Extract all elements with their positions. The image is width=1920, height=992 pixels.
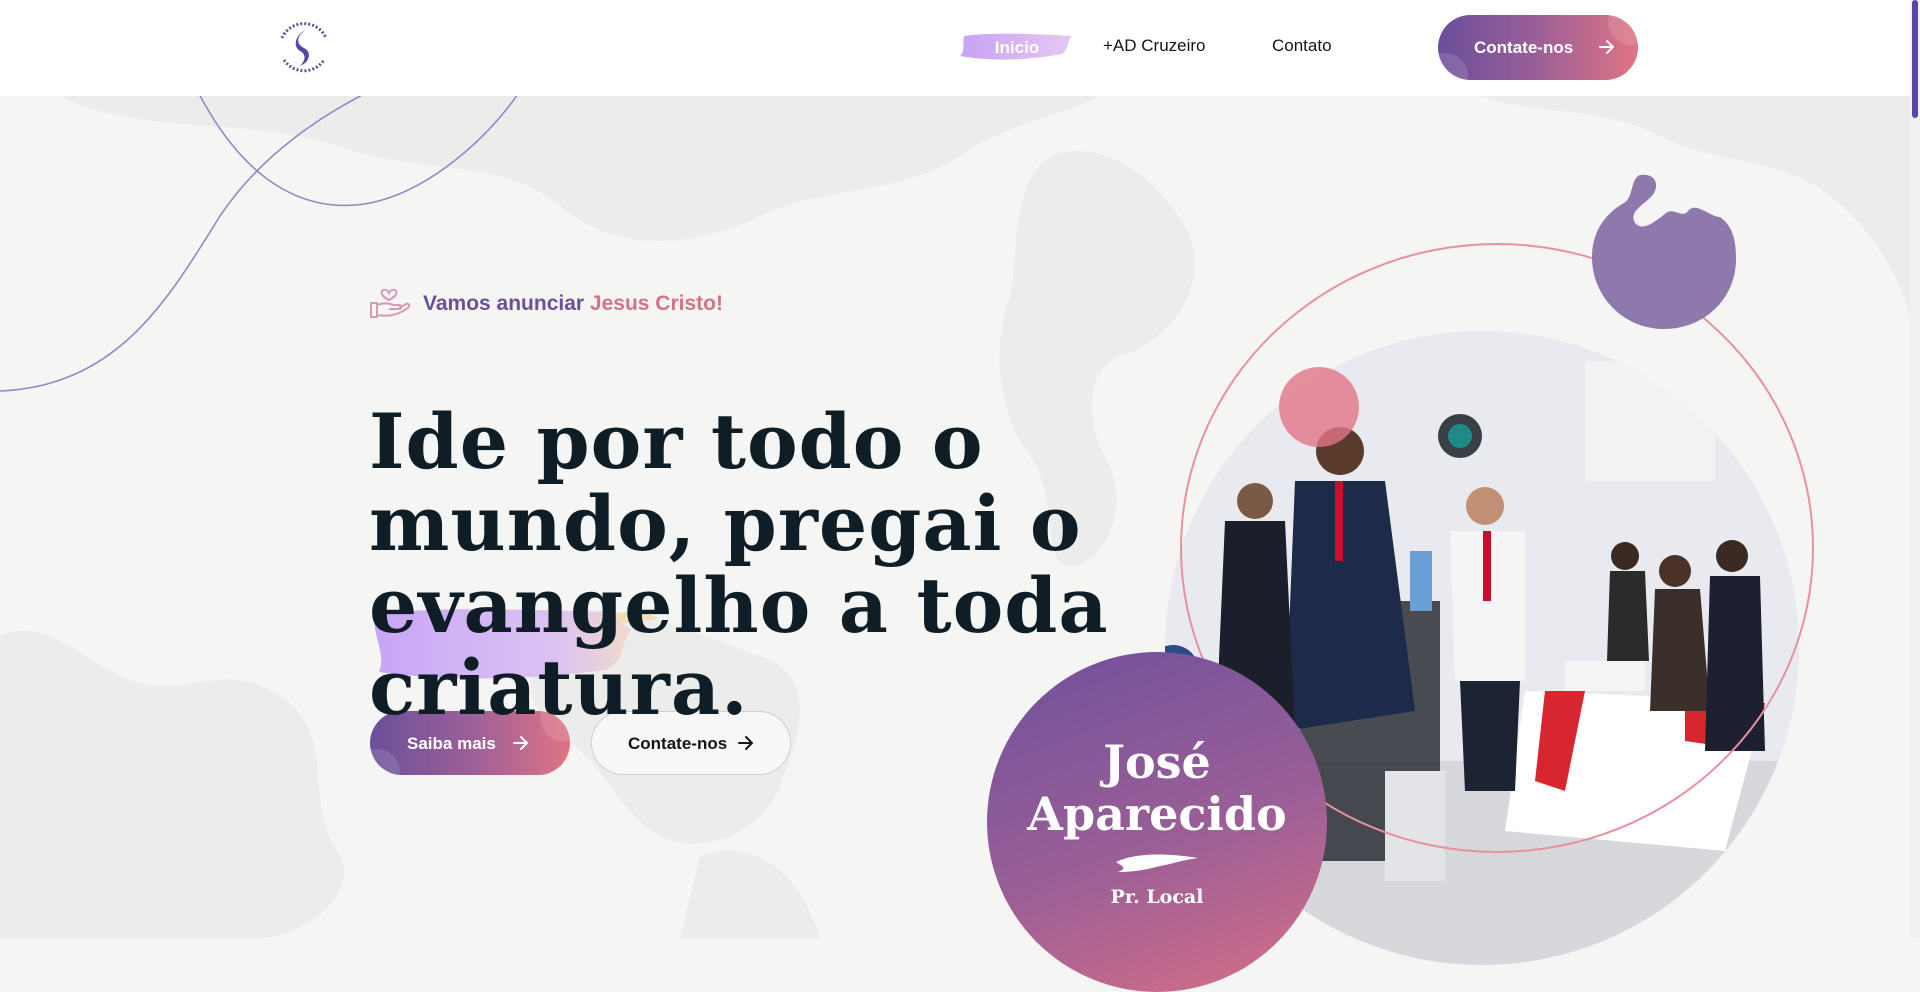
tagline-highlight: Jesus Cristo! <box>589 292 723 315</box>
tagline-text: Vamos anunciar <box>423 292 590 315</box>
pastor-badge: José Aparecido Pr. Local <box>987 652 1327 992</box>
pastor-name-line: Aparecido <box>1027 787 1287 841</box>
header-contact-button[interactable]: Contate-nos <box>1438 15 1638 80</box>
headline-line: evangelho a toda <box>369 560 1109 650</box>
arrow-right-icon <box>738 736 753 750</box>
nav-item-ad-cruzeiro[interactable]: +AD Cruzeiro <box>1103 36 1206 56</box>
decorative-blob <box>1592 174 1736 329</box>
pastor-role: Pr. Local <box>1110 886 1204 908</box>
nav-item-contato[interactable]: Contato <box>1272 36 1332 56</box>
hero-headline: Ide por todo o mundo, pregai o evangelho… <box>369 396 1109 732</box>
headline-line: Ide por todo o <box>369 396 984 486</box>
pastor-name-line: José <box>1103 735 1211 789</box>
headline-line: mundo, pregai o <box>369 478 1082 568</box>
button-label: Contate-nos <box>628 734 728 753</box>
page-scrollbar[interactable] <box>1910 0 1920 938</box>
site-header: Inicio +AD Cruzeiro Contato Contate-nos <box>0 0 1920 96</box>
button-label: Contate-nos <box>1474 38 1574 57</box>
headline-line: criatura. <box>369 642 749 732</box>
brush-stroke-icon <box>1116 854 1198 872</box>
pastor-name: José Aparecido <box>987 736 1327 840</box>
arrow-right-icon <box>1599 40 1614 54</box>
nav-item-label: Inicio <box>994 38 1040 57</box>
nav-item-inicio[interactable]: Inicio <box>958 32 1076 62</box>
decorative-dot <box>1279 367 1359 447</box>
button-label: Saiba mais <box>407 734 496 753</box>
arrow-right-icon <box>513 736 528 750</box>
hand-heart-icon <box>370 288 411 318</box>
button-bubble <box>370 749 400 775</box>
button-bubble <box>1438 53 1468 80</box>
scrollbar-thumb[interactable] <box>1912 0 1918 118</box>
